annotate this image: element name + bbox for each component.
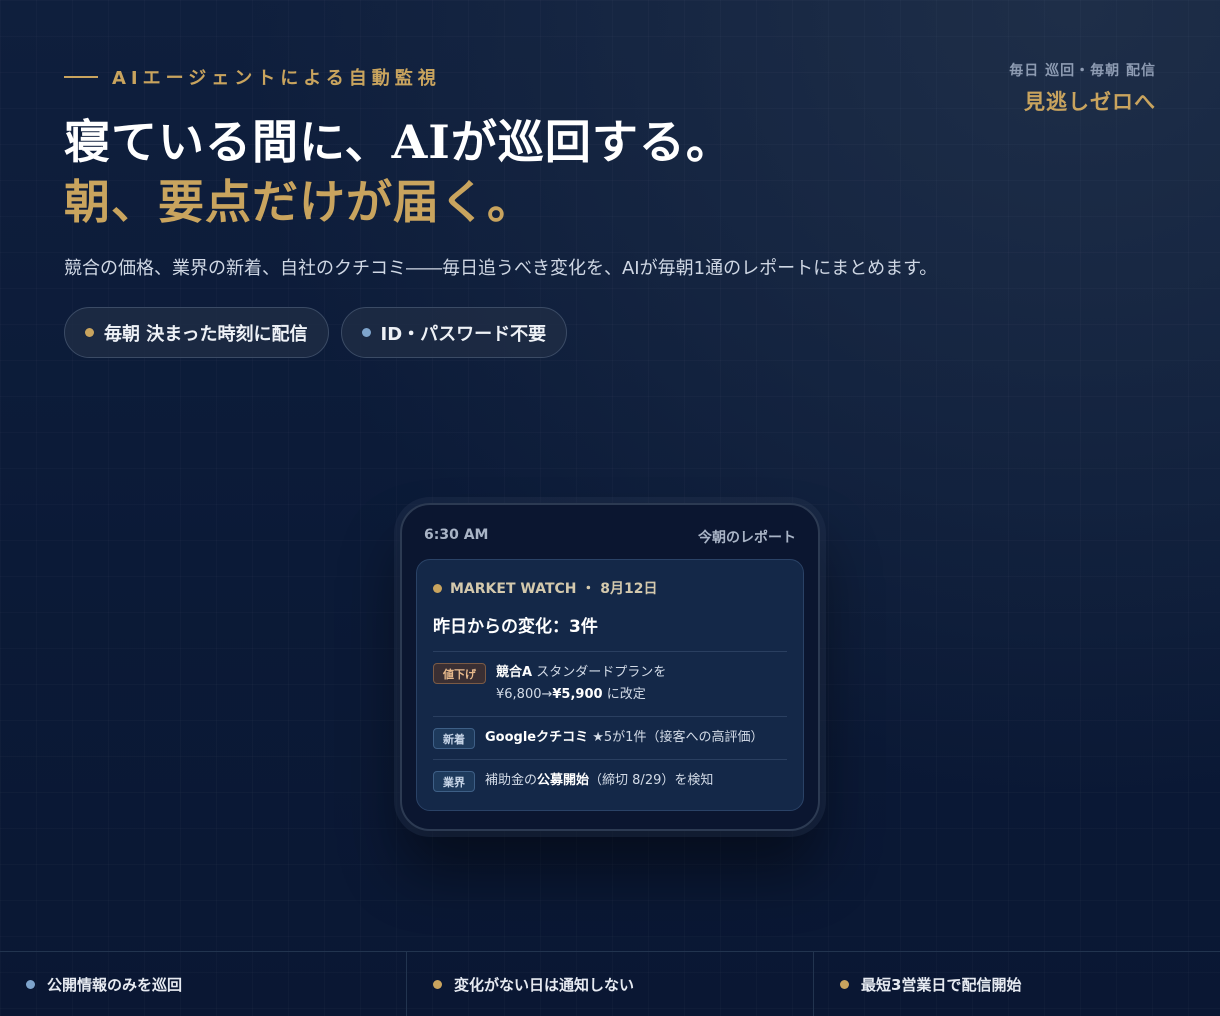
- footer-dot-icon: [433, 979, 442, 989]
- pill-dot-icon: [85, 328, 94, 337]
- phone-status-bar: 6:30 AM 今朝のレポート: [424, 527, 796, 547]
- report-item: 業界 補助金の公募開始（締切 8/29）を検知: [433, 759, 787, 802]
- footer-dot-icon: [840, 979, 849, 989]
- pill-dot-icon: [361, 328, 371, 337]
- item-text: 補助金の: [485, 773, 538, 788]
- source-dot-icon: [433, 583, 442, 593]
- item-subject: Googleクチコミ: [485, 730, 589, 745]
- item-text: ★5が1件（接客への高評価）: [588, 730, 764, 745]
- eyebrow-text: AIエージェントによる自動監視: [112, 68, 441, 89]
- pill-label: ID・パスワード不要: [380, 323, 547, 345]
- corner-badge: 毎日 巡回・毎朝 配信 見逃しゼロへ: [1009, 60, 1156, 116]
- footer-label: 最短3営業日で配信開始: [861, 975, 1022, 994]
- item-text: （締切 8/29）を検知: [589, 773, 714, 788]
- report-item-text: Googleクチコミ ★5が1件（接客への高評価）: [485, 727, 763, 749]
- item-subject: 公募開始: [537, 773, 590, 788]
- report-card: MARKET WATCH ・ 8月12日 昨日からの変化：3件 値下げ 競合A …: [416, 559, 804, 811]
- item-text: に改定: [602, 687, 646, 702]
- phone-title: 今朝のレポート: [698, 530, 796, 546]
- item-text: スタンダードプランを: [532, 665, 667, 680]
- lead-text: 競合の価格、業界の新着、自社のクチコミ――毎日追うべき変化を、AIが毎朝1通のレ…: [64, 258, 938, 279]
- item-new-price: ¥5,900: [552, 687, 603, 702]
- footer-item-no-change: 変化がない日は通知しない: [406, 952, 813, 1016]
- item-subject: 競合A: [496, 665, 533, 680]
- pill-label: 毎朝 決まった時刻に配信: [104, 323, 308, 345]
- report-source: MARKET WATCH ・ 8月12日: [433, 578, 787, 598]
- phone-mockup: 6:30 AM 今朝のレポート MARKET WATCH ・ 8月12日 昨日か…: [400, 503, 820, 831]
- report-item: 新着 Googleクチコミ ★5が1件（接客への高評価）: [433, 716, 787, 759]
- phone-time: 6:30 AM: [424, 527, 489, 543]
- tag-badge: 新着: [433, 728, 475, 749]
- tag-badge: 業界: [433, 771, 475, 792]
- tag-badge: 値下げ: [433, 663, 486, 684]
- footer-label: 変化がない日は通知しない: [454, 975, 635, 994]
- pill-schedule: 毎朝 決まった時刻に配信: [64, 307, 329, 358]
- corner-sub: 毎日 巡回・毎朝 配信: [1009, 63, 1156, 79]
- report-headline: 昨日からの変化：3件: [433, 617, 598, 637]
- report-item-text: 補助金の公募開始（締切 8/29）を検知: [485, 770, 713, 792]
- footer-label: 公開情報のみを巡回: [47, 975, 183, 994]
- headline: 寝ている間に、AIが巡回する。 朝、要点だけが届く。: [64, 112, 733, 232]
- footer-item-public-only: 公開情報のみを巡回: [0, 952, 406, 1016]
- feature-pills: 毎朝 決まった時刻に配信 ID・パスワード不要: [64, 307, 568, 358]
- item-old-price: ¥6,800→: [496, 687, 553, 702]
- report-item-text: 競合A スタンダードプランを ¥6,800→¥5,900 に改定: [496, 662, 666, 706]
- report-source-label: MARKET WATCH ・ 8月12日: [450, 581, 658, 597]
- pill-no-login: ID・パスワード不要: [340, 307, 568, 358]
- footer-features: 公開情報のみを巡回 変化がない日は通知しない 最短3営業日で配信開始: [0, 951, 1220, 1016]
- eyebrow-rule: [64, 76, 98, 78]
- headline-line2: 朝、要点だけが届く。: [64, 175, 534, 229]
- footer-dot-icon: [26, 979, 35, 989]
- headline-line1: 寝ている間に、AIが巡回する。: [64, 115, 733, 169]
- eyebrow: AIエージェントによる自動監視: [64, 64, 441, 90]
- corner-main: 見逃しゼロへ: [1024, 90, 1156, 114]
- report-item: 値下げ 競合A スタンダードプランを ¥6,800→¥5,900 に改定: [433, 651, 787, 716]
- footer-item-start: 最短3営業日で配信開始: [813, 952, 1220, 1016]
